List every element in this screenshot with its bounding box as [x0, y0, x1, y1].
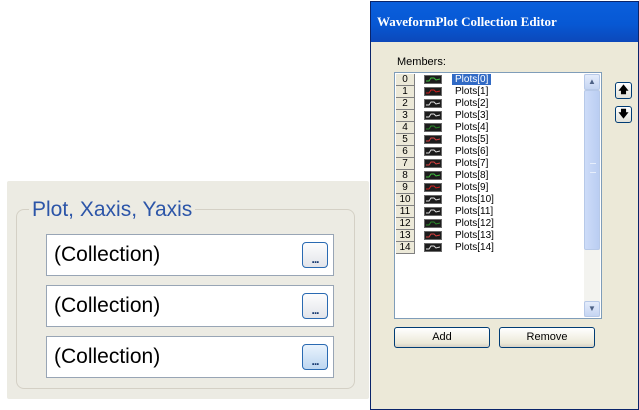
list-item[interactable]: 8 Plots[8]: [396, 170, 579, 182]
collection-value: (Collection): [54, 345, 161, 368]
member-index: 11: [396, 206, 415, 218]
member-label: Plots[13]: [455, 230, 494, 241]
plot-icon: [424, 99, 442, 108]
members-list[interactable]: ▲ ▼ 0 Plots[0] 1 Plots[1] 2 Plots[2] 3 Plots[3]…: [394, 72, 602, 319]
list-item[interactable]: 11 Plots[11]: [396, 206, 579, 218]
plot-icon: [424, 123, 442, 132]
plot-icon: [424, 195, 442, 204]
plot-icon: [424, 183, 442, 192]
plot-icon: [424, 75, 442, 84]
member-label: Plots[8]: [455, 170, 489, 181]
move-down-button[interactable]: 🡇: [615, 106, 632, 123]
title-bar[interactable]: WaveformPlot Collection Editor: [371, 2, 638, 42]
plot-icon: [424, 87, 442, 96]
xaxis-ellipsis-button[interactable]: ...: [302, 293, 328, 319]
member-label: Plots[1]: [455, 86, 489, 97]
list-item[interactable]: 5 Plots[5]: [396, 134, 579, 146]
plot-icon: [424, 135, 442, 144]
scroll-thumb[interactable]: [584, 90, 600, 250]
scroll-up-arrow-icon[interactable]: ▲: [584, 74, 600, 90]
member-index: 8: [396, 170, 415, 182]
member-index: 3: [396, 110, 415, 122]
member-index: 12: [396, 218, 415, 230]
plot-icon: [424, 171, 442, 180]
xaxis-collection-field[interactable]: (Collection) ...: [46, 285, 334, 327]
list-item[interactable]: 10 Plots[10]: [396, 194, 579, 206]
member-index: 9: [396, 182, 415, 194]
members-label: Members:: [397, 56, 446, 68]
plot-icon: [424, 147, 442, 156]
plot-ellipsis-button[interactable]: ...: [302, 242, 328, 268]
list-item[interactable]: 1 Plots[1]: [396, 86, 579, 98]
member-label: Plots[10]: [455, 194, 494, 205]
arrow-up-icon: 🡅: [618, 85, 629, 96]
list-item[interactable]: 0 Plots[0]: [396, 74, 579, 86]
arrow-down-icon: 🡇: [618, 109, 629, 120]
list-item[interactable]: 12 Plots[12]: [396, 218, 579, 230]
member-index: 0: [396, 74, 415, 86]
list-item[interactable]: 4 Plots[4]: [396, 122, 579, 134]
plot-icon: [424, 231, 442, 240]
move-up-button[interactable]: 🡅: [615, 82, 632, 99]
member-label: Plots[5]: [455, 134, 489, 145]
list-item[interactable]: 7 Plots[7]: [396, 158, 579, 170]
member-label: Plots[4]: [455, 122, 489, 133]
collection-value: (Collection): [54, 294, 161, 317]
member-label: Plots[7]: [455, 158, 489, 169]
property-panel: Plot, Xaxis, Yaxis (Collection) ... (Col…: [7, 181, 369, 399]
member-label: Plots[14]: [455, 242, 494, 253]
member-index: 14: [396, 242, 415, 254]
add-button[interactable]: Add: [394, 327, 490, 348]
member-label: Plots[9]: [455, 182, 489, 193]
member-label: Plots[2]: [455, 98, 489, 109]
member-label: Plots[6]: [455, 146, 489, 157]
member-label: Plots[11]: [455, 206, 494, 217]
yaxis-collection-field[interactable]: (Collection) ...: [46, 336, 334, 378]
plot-icon: [424, 219, 442, 228]
member-index: 1: [396, 86, 415, 98]
vertical-scrollbar[interactable]: ▲ ▼: [584, 74, 600, 317]
collection-value: (Collection): [54, 243, 161, 266]
list-item[interactable]: 14 Plots[14]: [396, 242, 579, 254]
plot-icon: [424, 111, 442, 120]
member-label: Plots[3]: [455, 110, 489, 121]
member-index: 10: [396, 194, 415, 206]
list-item[interactable]: 2 Plots[2]: [396, 98, 579, 110]
plot-icon: [424, 207, 442, 216]
plot-icon: [424, 243, 442, 252]
plot-icon: [424, 159, 442, 168]
member-index: 13: [396, 230, 415, 242]
plot-collection-field[interactable]: (Collection) ...: [46, 234, 334, 276]
group-title: Plot, Xaxis, Yaxis: [29, 198, 196, 222]
list-item[interactable]: 9 Plots[9]: [396, 182, 579, 194]
list-item[interactable]: 6 Plots[6]: [396, 146, 579, 158]
remove-button[interactable]: Remove: [499, 327, 595, 348]
member-index: 7: [396, 158, 415, 170]
list-item[interactable]: 3 Plots[3]: [396, 110, 579, 122]
scroll-down-arrow-icon[interactable]: ▼: [584, 301, 600, 317]
member-label: Plots[0]: [452, 74, 492, 85]
member-index: 2: [396, 98, 415, 110]
member-index: 6: [396, 146, 415, 158]
member-label: Plots[12]: [455, 218, 494, 229]
list-item[interactable]: 13 Plots[13]: [396, 230, 579, 242]
yaxis-ellipsis-button[interactable]: ...: [302, 344, 328, 370]
window-title: WaveformPlot Collection Editor: [377, 14, 557, 29]
member-index: 4: [396, 122, 415, 134]
member-index: 5: [396, 134, 415, 146]
collection-editor-window: WaveformPlot Collection Editor Members: …: [370, 1, 639, 410]
